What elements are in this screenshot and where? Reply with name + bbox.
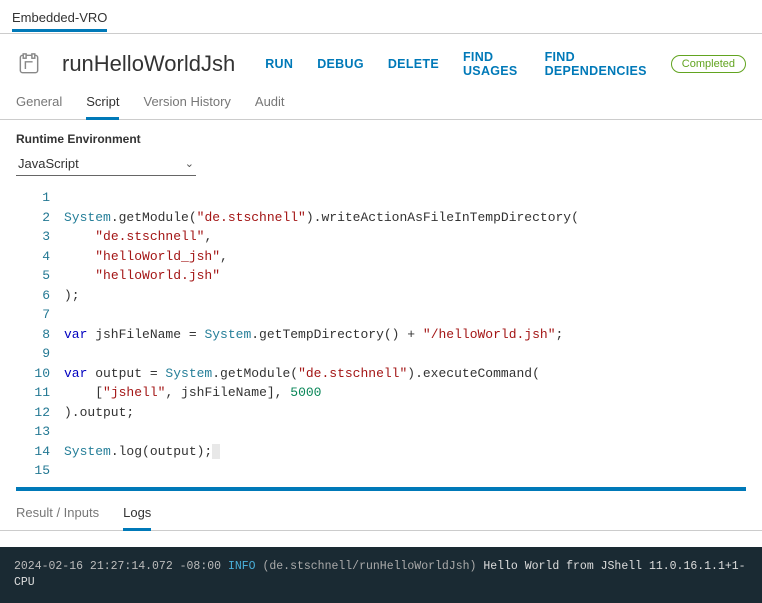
tab-result-inputs[interactable]: Result / Inputs [16,501,99,531]
runtime-select[interactable]: JavaScript ⌄ [16,152,196,176]
page-header: runHelloWorldJsh RUN DEBUG DELETE FIND U… [0,34,762,84]
tab-version-history[interactable]: Version History [143,88,230,120]
line-number: 7 [16,305,64,325]
runtime-value: JavaScript [18,156,79,171]
tab-embedded-vro[interactable]: Embedded-VRO [12,6,107,32]
find-usages-button[interactable]: FIND USAGES [463,50,521,78]
line-number: 2 [16,208,64,228]
tab-audit[interactable]: Audit [255,88,285,120]
line-number: 6 [16,286,64,306]
find-dependencies-button[interactable]: FIND DEPENDENCIES [545,50,647,78]
tab-script[interactable]: Script [86,88,119,120]
line-number: 5 [16,266,64,286]
log-console[interactable]: 2024-02-16 21:27:14.072 -08:00 INFO (de.… [0,547,762,603]
line-number: 1 [16,188,64,208]
main-tabs: General Script Version History Audit [0,84,762,120]
log-level: INFO [228,560,256,573]
page-title: runHelloWorldJsh [62,51,235,77]
tab-general[interactable]: General [16,88,62,120]
action-icon [16,50,42,78]
runtime-section: Runtime Environment JavaScript ⌄ [0,120,762,180]
tab-logs[interactable]: Logs [123,501,151,531]
line-number: 14 [16,442,64,462]
line-number: 4 [16,247,64,267]
runtime-label: Runtime Environment [16,132,746,146]
debug-button[interactable]: DEBUG [317,57,364,71]
run-button[interactable]: RUN [265,57,293,71]
line-number: 8 [16,325,64,345]
delete-button[interactable]: DELETE [388,57,439,71]
line-number: 3 [16,227,64,247]
line-number: 15 [16,461,64,481]
chevron-down-icon: ⌄ [185,157,194,170]
line-number: 10 [16,364,64,384]
log-namespace: (de.stschnell/runHelloWorldJsh) [262,560,476,573]
top-tab-bar: Embedded-VRO [0,0,762,34]
line-number: 13 [16,422,64,442]
code-editor[interactable]: 1 2System.getModule("de.stschnell").writ… [16,188,746,481]
status-badge: Completed [671,55,746,73]
log-timestamp: 2024-02-16 21:27:14.072 -08:00 [14,560,221,573]
output-tabs: Result / Inputs Logs [0,491,762,531]
line-number: 11 [16,383,64,403]
line-number: 12 [16,403,64,423]
line-number: 9 [16,344,64,364]
